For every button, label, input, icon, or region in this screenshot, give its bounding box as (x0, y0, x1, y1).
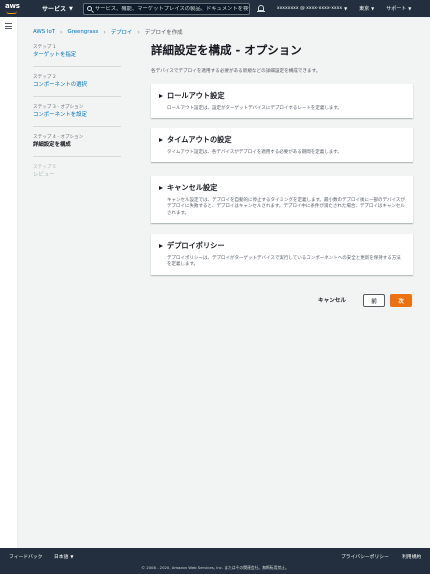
aws-smile-icon (6, 11, 17, 14)
step-number: ステップ 1 (33, 45, 56, 50)
account-label: xxxxxxxx @ xxxx-xxxx-xxxx (276, 6, 343, 11)
caret-down-icon: ▼ (69, 5, 73, 12)
step-2: ステップ 2 コンポーネントの選択 (33, 74, 121, 97)
privacy-policy-link[interactable]: プライバシーポリシー (341, 553, 389, 560)
services-label: サービス (42, 6, 67, 13)
previous-button[interactable]: 前 (363, 294, 385, 307)
expand-caret-icon (159, 94, 163, 98)
section-header[interactable]: デプロイポリシー (159, 241, 405, 251)
section-header[interactable]: ロールアウト設定 (159, 91, 405, 101)
step-5: ステップ 5 レビュー (33, 164, 121, 186)
step-current-advanced-settings: 詳細設定を構成 (33, 142, 71, 148)
search-box[interactable] (82, 2, 250, 15)
step-4: ステップ 4 - オプション 詳細設定を構成 (33, 134, 121, 157)
section-title: タイムアウトの設定 (167, 135, 232, 144)
section-description: デプロイポリシーは、デプロイがターゲットデバイスで実行しているコンポーネントへの… (167, 256, 401, 268)
top-navigation: aws サービス ▼ xxxxxxxx @ xxxx-xxxx-xxxx ▼ 東… (0, 0, 430, 17)
rollout-config-section[interactable]: ロールアウト設定 ロールアウト設定は、設定がターゲットデバイスにデプロイするレー… (151, 84, 413, 119)
breadcrumb: AWS IoT › Greengrass › デプロイ › デプロイを作成 (33, 28, 183, 37)
footer: フィードバック 日本語 ▼ プライバシーポリシー 利用規約 © 2008 - 2… (0, 548, 430, 574)
breadcrumb-aws-iot[interactable]: AWS IoT (33, 29, 55, 35)
cancel-config-section[interactable]: キャンセル設定 キャンセル設定では、デプロイを自動的に停止するタイミングを定義し… (151, 176, 413, 224)
breadcrumb-deployments[interactable]: デプロイ (111, 28, 133, 36)
hamburger-menu-icon[interactable] (5, 23, 12, 29)
chevron-right-icon: › (103, 28, 106, 36)
aws-logo[interactable]: aws (4, 2, 22, 15)
language-selector[interactable]: 日本語 ▼ (54, 553, 73, 560)
expand-caret-icon (159, 244, 163, 248)
feedback-link[interactable]: フィードバック (9, 553, 42, 560)
section-description: キャンセル設定では、デプロイを自動的に停止するタイミングを定義します。最小数のデ… (167, 198, 405, 216)
step-link-specify-target[interactable]: ターゲットを指定 (33, 51, 121, 59)
cancel-button[interactable]: キャンセル (318, 296, 346, 304)
section-description: タイムアウト設定は、各デバイスがデプロイを適用する必要がある期間を定義します。 (167, 150, 342, 155)
page-description: 各デバイスでデプロイを適用する必要がある新規などの詳細設定を構成できます。 (151, 69, 321, 74)
expand-caret-icon (159, 138, 163, 142)
step-1: ステップ 1 ターゲットを指定 (33, 44, 121, 67)
step-link-configure-components[interactable]: コンポーネントを設定 (33, 111, 121, 119)
step-number: ステップ 2 (33, 75, 56, 80)
support-label: サポート (386, 6, 407, 12)
step-number: ステップ 4 - オプション (33, 135, 84, 140)
bell-icon[interactable] (256, 4, 265, 13)
copyright-text: © 2008 - 2020, Amazon Web Services, Inc.… (141, 565, 289, 570)
section-header[interactable]: タイムアウトの設定 (159, 135, 405, 145)
account-menu[interactable]: xxxxxxxx @ xxxx-xxxx-xxxx ▼ (277, 6, 347, 11)
aws-logo-text: aws (5, 2, 20, 10)
caret-down-icon: ▼ (371, 6, 375, 11)
services-menu[interactable]: サービス ▼ (42, 4, 73, 14)
wizard-steps: ステップ 1 ターゲットを指定 ステップ 2 コンポーネントの選択 ステップ 3… (33, 44, 121, 193)
step-number: ステップ 5 (33, 165, 56, 170)
language-label: 日本語 (54, 555, 69, 560)
section-header[interactable]: キャンセル設定 (159, 183, 405, 193)
timeout-config-section[interactable]: タイムアウトの設定 タイムアウト設定は、各デバイスがデプロイを適用する必要がある… (151, 128, 413, 163)
step-review-disabled: レビュー (33, 172, 55, 178)
step-number: ステップ 3 - オプション (33, 105, 84, 110)
region-label: 東京 (359, 6, 370, 12)
step-link-select-components[interactable]: コンポーネントの選択 (33, 81, 121, 89)
caret-down-icon: ▼ (70, 554, 74, 559)
caret-down-icon: ▼ (344, 6, 348, 11)
expand-caret-icon (159, 186, 163, 190)
support-menu[interactable]: サポート ▼ (386, 5, 411, 12)
section-title: キャンセル設定 (167, 183, 218, 192)
search-icon (86, 6, 92, 11)
deployment-policy-section[interactable]: デプロイポリシー デプロイポリシーは、デプロイがターゲットデバイスで実行している… (151, 234, 413, 275)
section-title: デプロイポリシー (167, 241, 225, 250)
breadcrumb-greengrass[interactable]: Greengrass (67, 29, 98, 35)
search-input[interactable] (94, 5, 249, 12)
section-title: ロールアウト設定 (167, 91, 225, 100)
chevron-right-icon: › (137, 28, 140, 36)
side-rail (0, 17, 18, 548)
chevron-right-icon: › (60, 28, 63, 36)
page-title: 詳細設定を構成 - オプション (151, 43, 302, 57)
terms-link[interactable]: 利用規約 (402, 553, 421, 560)
section-description: ロールアウト設定は、設定がターゲットデバイスにデプロイするレートを定義します。 (167, 106, 342, 111)
next-button[interactable]: 次 (390, 294, 412, 307)
region-menu[interactable]: 東京 ▼ (359, 5, 374, 12)
step-3: ステップ 3 - オプション コンポーネントを設定 (33, 104, 121, 127)
caret-down-icon: ▼ (408, 6, 412, 11)
breadcrumb-current: デプロイを作成 (144, 30, 183, 36)
